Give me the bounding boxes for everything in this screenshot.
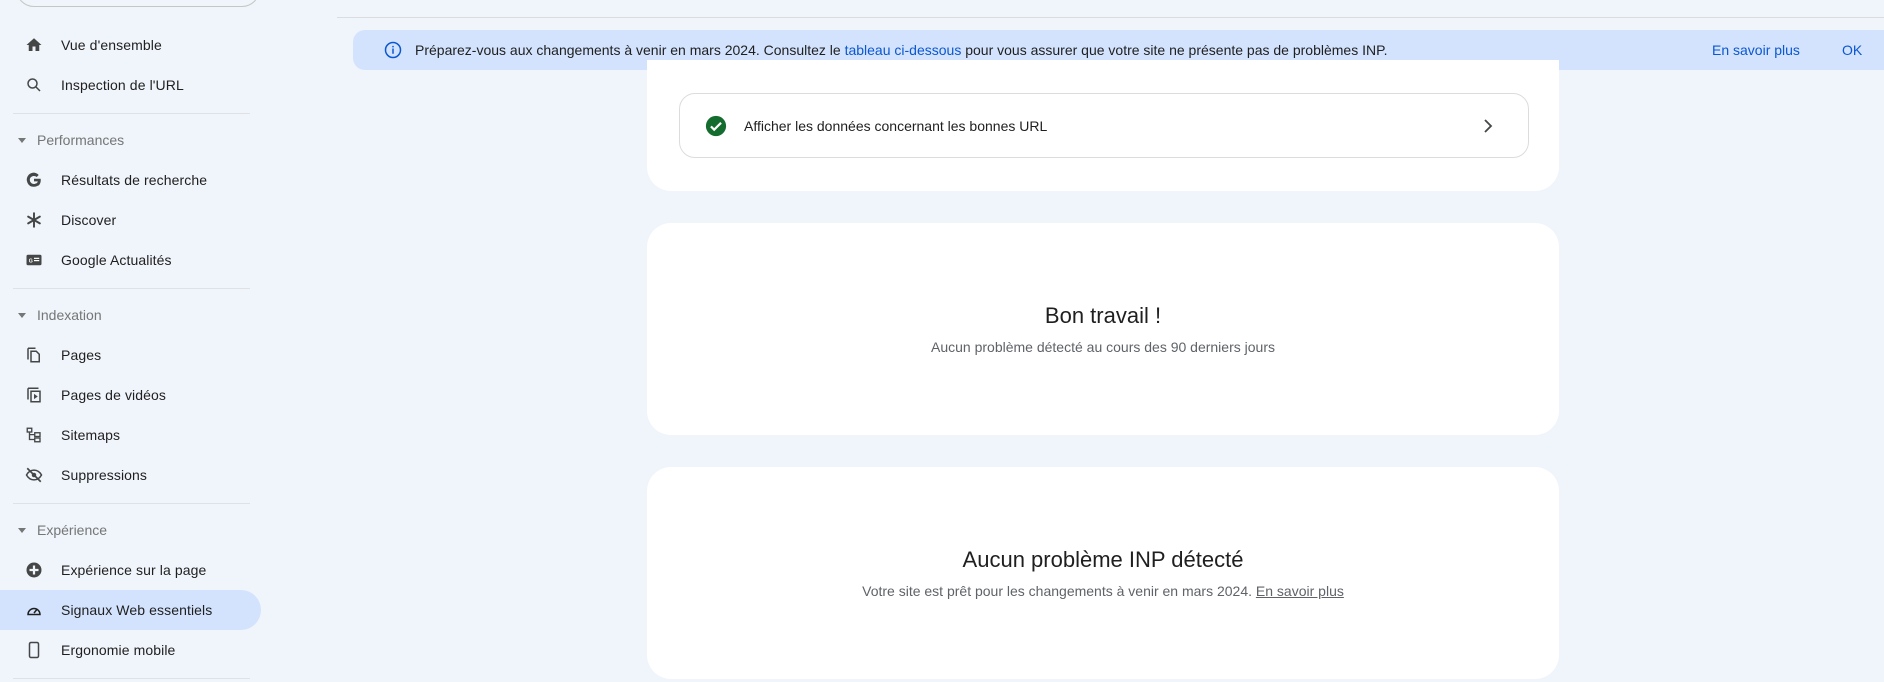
caret-down-icon — [18, 137, 26, 143]
banner-text: pour vous assurer que votre site ne prés… — [961, 42, 1388, 58]
eye-off-icon — [24, 465, 44, 485]
sidebar-item-label: Ergonomie mobile — [61, 642, 176, 658]
sidebar-divider — [13, 288, 250, 289]
banner-ok-button[interactable]: OK — [1842, 42, 1862, 58]
view-good-urls-label: Afficher les données concernant les bonn… — [744, 118, 1048, 134]
svg-text:G: G — [29, 258, 33, 264]
sidebar-item-label: Suppressions — [61, 467, 148, 483]
sidebar-item-core-web-vitals[interactable]: Signaux Web essentiels — [0, 590, 261, 630]
video-pages-icon — [24, 385, 44, 405]
asterisk-icon — [24, 210, 44, 230]
sidebar-item-page-experience[interactable]: Expérience sur la page — [0, 550, 261, 590]
pages-icon — [24, 345, 44, 365]
sidebar-item-label: Signaux Web essentiels — [61, 602, 213, 618]
banner-message: Préparez-vous aux changements à venir en… — [415, 42, 1388, 58]
sidebar-item-mobile-usability[interactable]: Ergonomie mobile — [0, 630, 261, 670]
sidebar-item-overview[interactable]: Vue d'ensemble — [0, 25, 261, 65]
banner-text: Préparez-vous aux changements à venir en… — [415, 42, 845, 58]
phone-icon — [24, 640, 44, 660]
section-title: Expérience — [37, 522, 108, 538]
banner-table-link[interactable]: tableau ci-dessous — [845, 42, 962, 58]
sidebar-item-video-pages[interactable]: Pages de vidéos — [0, 375, 261, 415]
sidebar-divider — [13, 113, 250, 114]
inp-learn-more-link[interactable]: En savoir plus — [1256, 583, 1344, 599]
sidebar-item-url-inspection[interactable]: Inspection de l'URL — [0, 65, 261, 105]
sidebar-item-search-results[interactable]: Résultats de recherche — [0, 160, 261, 200]
home-icon — [24, 35, 44, 55]
gauge-icon — [24, 600, 44, 620]
property-search-input[interactable] — [16, 0, 260, 7]
search-icon — [24, 75, 44, 95]
chevron-right-icon — [1482, 117, 1494, 135]
no-inp-issues-subtitle: Votre site est prêt pour les changements… — [647, 583, 1559, 599]
section-title: Indexation — [37, 307, 102, 323]
sidebar-item-label: Pages — [61, 347, 102, 363]
caret-down-icon — [18, 527, 26, 533]
info-icon — [384, 41, 402, 59]
section-indexation[interactable]: Indexation — [0, 300, 250, 330]
page-experience-icon — [24, 560, 44, 580]
sidebar-item-pages[interactable]: Pages — [0, 335, 261, 375]
app: Vue d'ensemble Inspection de l'URL Perfo… — [0, 0, 1884, 682]
sidebar-item-label: Résultats de recherche — [61, 172, 208, 188]
no-issues-title: Bon travail ! — [1044, 303, 1162, 328]
no-inp-issues-card: Aucun problème INP détecté Votre site es… — [647, 467, 1559, 679]
view-good-urls-row[interactable]: Afficher les données concernant les bonn… — [679, 93, 1529, 158]
sidebar-divider — [13, 678, 250, 679]
sidebar: Vue d'ensemble Inspection de l'URL Perfo… — [0, 0, 262, 682]
caret-down-icon — [18, 312, 26, 318]
sidebar-item-google-news[interactable]: G Google Actualités — [0, 240, 261, 280]
good-urls-card: Afficher les données concernant les bonn… — [647, 60, 1559, 191]
header-divider — [337, 17, 1884, 18]
sidebar-item-sitemaps[interactable]: Sitemaps — [0, 415, 261, 455]
check-circle-icon — [705, 115, 727, 137]
sidebar-item-label: Discover — [61, 212, 117, 228]
sitemap-icon — [24, 425, 44, 445]
google-news-icon: G — [24, 250, 44, 270]
sidebar-divider — [13, 503, 250, 504]
sidebar-item-label: Pages de vidéos — [61, 387, 167, 403]
sidebar-item-label: Expérience sur la page — [61, 562, 207, 578]
sidebar-item-label: Google Actualités — [61, 252, 172, 268]
no-issues-card: Bon travail ! Aucun problème détecté au … — [647, 223, 1559, 435]
sidebar-item-discover[interactable]: Discover — [0, 200, 261, 240]
no-issues-subtitle: Aucun problème détecté au cours des 90 d… — [931, 339, 1275, 355]
banner-learn-more-button[interactable]: En savoir plus — [1712, 42, 1800, 58]
section-title: Performances — [37, 132, 125, 148]
no-inp-issues-title: Aucun problème INP détecté — [962, 547, 1244, 572]
sidebar-item-label: Vue d'ensemble — [61, 37, 162, 53]
inp-subtitle-text: Votre site est prêt pour les changements… — [862, 583, 1256, 599]
sidebar-item-label: Sitemaps — [61, 427, 121, 443]
section-experience[interactable]: Expérience — [0, 515, 250, 545]
sidebar-item-removals[interactable]: Suppressions — [0, 455, 261, 495]
sidebar-item-label: Inspection de l'URL — [61, 77, 184, 93]
section-performances[interactable]: Performances — [0, 125, 250, 155]
google-g-icon — [24, 170, 44, 190]
